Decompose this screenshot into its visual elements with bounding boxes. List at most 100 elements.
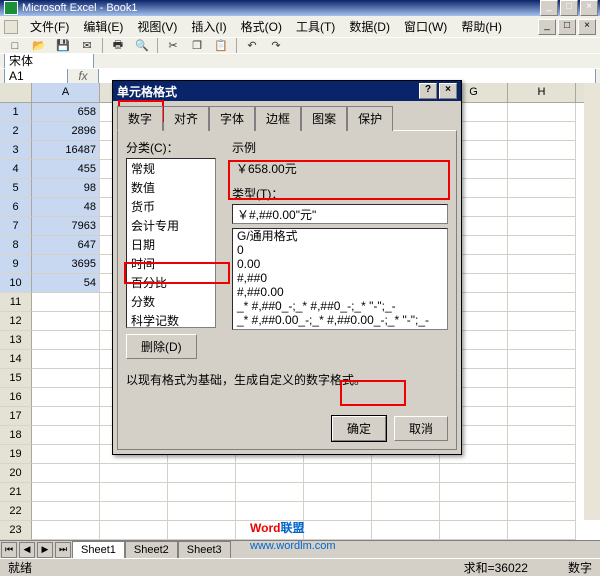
- cell[interactable]: [32, 407, 100, 426]
- vertical-scrollbar[interactable]: [584, 83, 600, 520]
- category-item[interactable]: 时间: [127, 254, 215, 273]
- undo-icon[interactable]: ↶: [241, 37, 263, 53]
- row-header[interactable]: 18: [0, 426, 32, 445]
- row-header[interactable]: 11: [0, 293, 32, 312]
- print-icon[interactable]: 🖶: [107, 37, 129, 53]
- cell[interactable]: [168, 464, 236, 483]
- format-item[interactable]: #,##0.00: [233, 285, 447, 299]
- cell[interactable]: [372, 464, 440, 483]
- cut-icon[interactable]: ✂: [162, 37, 184, 53]
- cell[interactable]: [508, 312, 576, 331]
- cell[interactable]: [508, 331, 576, 350]
- cell[interactable]: 7963: [32, 217, 100, 236]
- app-icon[interactable]: [4, 20, 18, 34]
- category-item[interactable]: 常规: [127, 159, 215, 178]
- doc-restore-button[interactable]: □: [558, 19, 576, 35]
- cell[interactable]: [440, 464, 508, 483]
- row-header[interactable]: 9: [0, 255, 32, 274]
- row-header[interactable]: 14: [0, 350, 32, 369]
- category-item[interactable]: 会计专用: [127, 216, 215, 235]
- cell[interactable]: [508, 103, 576, 122]
- font-selector[interactable]: 宋体: [4, 53, 94, 68]
- paste-icon[interactable]: 📋: [210, 37, 232, 53]
- row-header[interactable]: 19: [0, 445, 32, 464]
- row-header[interactable]: 6: [0, 198, 32, 217]
- row-header[interactable]: 13: [0, 331, 32, 350]
- cell[interactable]: 3695: [32, 255, 100, 274]
- row-header[interactable]: 15: [0, 369, 32, 388]
- format-item[interactable]: 0: [233, 243, 447, 257]
- format-item[interactable]: _* #,##0_-;_* #,##0_-;_* "-";_-: [233, 299, 447, 313]
- cell[interactable]: [32, 445, 100, 464]
- format-item[interactable]: 0.00: [233, 257, 447, 271]
- tab-prev-icon[interactable]: ◀: [19, 542, 35, 558]
- new-icon[interactable]: □: [4, 37, 26, 53]
- cell[interactable]: [100, 502, 168, 521]
- cell[interactable]: [372, 483, 440, 502]
- redo-icon[interactable]: ↷: [265, 37, 287, 53]
- fx-icon[interactable]: fx: [72, 69, 94, 83]
- delete-button[interactable]: 删除(D): [126, 334, 197, 359]
- tab-first-icon[interactable]: ⏮: [1, 542, 17, 558]
- cell[interactable]: [100, 521, 168, 540]
- category-item[interactable]: 日期: [127, 235, 215, 254]
- cell[interactable]: [508, 426, 576, 445]
- row-header[interactable]: 5: [0, 179, 32, 198]
- copy-icon[interactable]: ❐: [186, 37, 208, 53]
- category-item[interactable]: 百分比: [127, 273, 215, 292]
- row-header[interactable]: 12: [0, 312, 32, 331]
- category-list[interactable]: 常规数值货币会计专用日期时间百分比分数科学记数文本特殊自定义: [126, 158, 216, 328]
- mail-icon[interactable]: ✉: [76, 37, 98, 53]
- row-header[interactable]: 20: [0, 464, 32, 483]
- row-header[interactable]: 1: [0, 103, 32, 122]
- cell[interactable]: [168, 483, 236, 502]
- cell[interactable]: [508, 502, 576, 521]
- category-item[interactable]: 货币: [127, 197, 215, 216]
- cell[interactable]: [508, 141, 576, 160]
- cell[interactable]: 16487: [32, 141, 100, 160]
- cell[interactable]: [32, 464, 100, 483]
- cell[interactable]: [440, 483, 508, 502]
- save-icon[interactable]: 💾: [52, 37, 74, 53]
- cell[interactable]: [508, 369, 576, 388]
- cell[interactable]: 658: [32, 103, 100, 122]
- cell[interactable]: [32, 388, 100, 407]
- row-header[interactable]: 7: [0, 217, 32, 236]
- cell[interactable]: [508, 160, 576, 179]
- row-header[interactable]: 3: [0, 141, 32, 160]
- tab-border[interactable]: 边框: [255, 106, 301, 131]
- row-header[interactable]: 2: [0, 122, 32, 141]
- row-header[interactable]: 10: [0, 274, 32, 293]
- row-header[interactable]: 17: [0, 407, 32, 426]
- cell[interactable]: 98: [32, 179, 100, 198]
- cell[interactable]: [508, 483, 576, 502]
- cell[interactable]: [100, 464, 168, 483]
- tab-font[interactable]: 字体: [209, 106, 255, 131]
- cell[interactable]: 2896: [32, 122, 100, 141]
- row-header[interactable]: 4: [0, 160, 32, 179]
- sheet-tab-2[interactable]: Sheet2: [125, 541, 178, 558]
- cell[interactable]: [508, 179, 576, 198]
- cancel-button[interactable]: 取消: [394, 416, 448, 441]
- cell[interactable]: [32, 350, 100, 369]
- dialog-help-button[interactable]: ?: [419, 83, 437, 99]
- tab-number[interactable]: 数字: [117, 106, 163, 131]
- cell[interactable]: [508, 445, 576, 464]
- row-header[interactable]: 16: [0, 388, 32, 407]
- tab-last-icon[interactable]: ⏭: [55, 542, 71, 558]
- sheet-tab-1[interactable]: Sheet1: [72, 541, 125, 558]
- col-header[interactable]: A: [32, 83, 100, 102]
- menu-help[interactable]: 帮助(H): [455, 16, 508, 37]
- cell[interactable]: [372, 521, 440, 540]
- cell[interactable]: [236, 464, 304, 483]
- cell[interactable]: [508, 464, 576, 483]
- cell[interactable]: [32, 369, 100, 388]
- cell[interactable]: [32, 502, 100, 521]
- menu-format[interactable]: 格式(O): [235, 16, 288, 37]
- category-item[interactable]: 分数: [127, 292, 215, 311]
- format-item[interactable]: G/通用格式: [233, 229, 447, 243]
- cell[interactable]: [32, 293, 100, 312]
- dialog-titlebar[interactable]: 单元格格式 ? ×: [113, 81, 461, 101]
- sheet-tab-3[interactable]: Sheet3: [178, 541, 231, 558]
- cell[interactable]: [508, 350, 576, 369]
